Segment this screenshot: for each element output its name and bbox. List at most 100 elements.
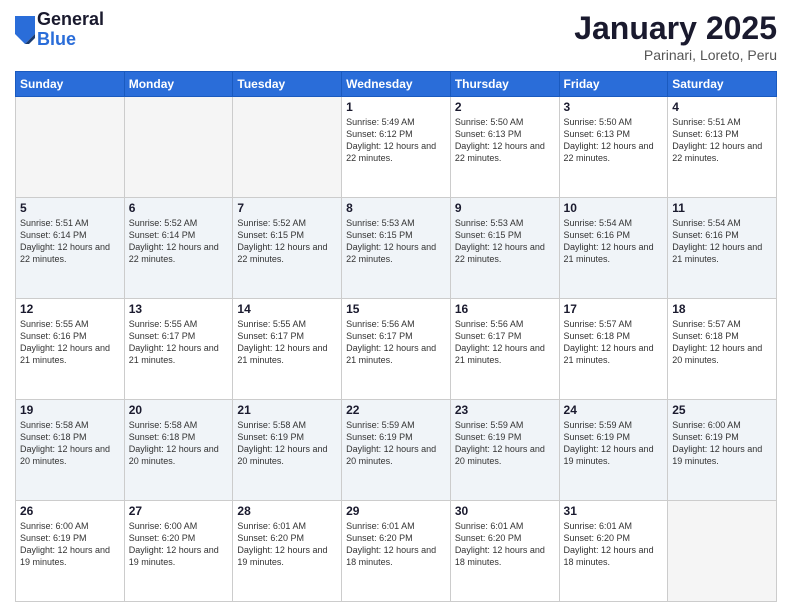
- day-info: Sunrise: 5:57 AM Sunset: 6:18 PM Dayligh…: [672, 318, 772, 367]
- table-cell: 31 Sunrise: 6:01 AM Sunset: 6:20 PM Dayli…: [559, 501, 668, 602]
- day-info: Sunrise: 6:01 AM Sunset: 6:20 PM Dayligh…: [346, 520, 446, 569]
- table-cell: [124, 97, 233, 198]
- week-row-5: 26 Sunrise: 6:00 AM Sunset: 6:19 PM Dayli…: [16, 501, 777, 602]
- table-cell: [16, 97, 125, 198]
- header-saturday: Saturday: [668, 72, 777, 97]
- day-number: 3: [564, 100, 664, 114]
- week-row-2: 5Sunrise: 5:51 AM Sunset: 6:14 PM Daylig…: [16, 198, 777, 299]
- day-number: 11: [672, 201, 772, 215]
- day-number: 8: [346, 201, 446, 215]
- calendar-table: Sunday Monday Tuesday Wednesday Thursday…: [15, 71, 777, 602]
- day-number: 10: [564, 201, 664, 215]
- calendar-page: General Blue January 2025 Parinari, Lore…: [0, 0, 792, 612]
- header-monday: Monday: [124, 72, 233, 97]
- table-cell: 5Sunrise: 5:51 AM Sunset: 6:14 PM Daylig…: [16, 198, 125, 299]
- day-info: Sunrise: 5:55 AM Sunset: 6:17 PM Dayligh…: [237, 318, 337, 367]
- table-cell: 27 Sunrise: 6:00 AM Sunset: 6:20 PM Dayli…: [124, 501, 233, 602]
- day-info: Sunrise: 5:52 AM Sunset: 6:15 PM Dayligh…: [237, 217, 337, 266]
- logo-icon: [15, 16, 35, 44]
- day-info: Sunrise: 5:54 AM Sunset: 6:16 PM Dayligh…: [672, 217, 772, 266]
- day-number: 13: [129, 302, 229, 316]
- table-cell: 21 Sunrise: 5:58 AM Sunset: 6:19 PM Dayli…: [233, 400, 342, 501]
- day-info: Sunrise: 5:52 AM Sunset: 6:14 PM Dayligh…: [129, 217, 229, 266]
- day-number: 18: [672, 302, 772, 316]
- day-info: Sunrise: 5:59 AM Sunset: 6:19 PM Dayligh…: [346, 419, 446, 468]
- logo-blue: Blue: [37, 30, 104, 50]
- day-number: 21: [237, 403, 337, 417]
- day-number: 14: [237, 302, 337, 316]
- calendar-title: January 2025: [574, 10, 777, 47]
- logo-text: General Blue: [37, 10, 104, 50]
- table-cell: 2 Sunrise: 5:50 AM Sunset: 6:13 PM Daylig…: [450, 97, 559, 198]
- day-info: Sunrise: 5:53 AM Sunset: 6:15 PM Dayligh…: [455, 217, 555, 266]
- table-cell: 24 Sunrise: 5:59 AM Sunset: 6:19 PM Dayli…: [559, 400, 668, 501]
- day-number: 2: [455, 100, 555, 114]
- calendar-subtitle: Parinari, Loreto, Peru: [574, 47, 777, 63]
- day-info: Sunrise: 5:49 AM Sunset: 6:12 PM Dayligh…: [346, 116, 446, 165]
- table-cell: 14 Sunrise: 5:55 AM Sunset: 6:17 PM Dayli…: [233, 299, 342, 400]
- header-thursday: Thursday: [450, 72, 559, 97]
- day-info: Sunrise: 5:50 AM Sunset: 6:13 PM Dayligh…: [455, 116, 555, 165]
- day-info: Sunrise: 5:56 AM Sunset: 6:17 PM Dayligh…: [455, 318, 555, 367]
- table-cell: 11 Sunrise: 5:54 AM Sunset: 6:16 PM Dayli…: [668, 198, 777, 299]
- day-info: Sunrise: 6:00 AM Sunset: 6:20 PM Dayligh…: [129, 520, 229, 569]
- day-number: 26: [20, 504, 120, 518]
- day-number: 7: [237, 201, 337, 215]
- table-cell: 16Sunrise: 5:56 AM Sunset: 6:17 PM Dayli…: [450, 299, 559, 400]
- table-cell: 8 Sunrise: 5:53 AM Sunset: 6:15 PM Daylig…: [342, 198, 451, 299]
- header-tuesday: Tuesday: [233, 72, 342, 97]
- day-info: Sunrise: 5:53 AM Sunset: 6:15 PM Dayligh…: [346, 217, 446, 266]
- table-cell: 30 Sunrise: 6:01 AM Sunset: 6:20 PM Dayli…: [450, 501, 559, 602]
- day-info: Sunrise: 5:51 AM Sunset: 6:14 PM Dayligh…: [20, 217, 120, 266]
- day-number: 17: [564, 302, 664, 316]
- table-cell: 12Sunrise: 5:55 AM Sunset: 6:16 PM Dayli…: [16, 299, 125, 400]
- day-number: 20: [129, 403, 229, 417]
- day-number: 31: [564, 504, 664, 518]
- table-cell: 10 Sunrise: 5:54 AM Sunset: 6:16 PM Dayli…: [559, 198, 668, 299]
- day-info: Sunrise: 5:59 AM Sunset: 6:19 PM Dayligh…: [564, 419, 664, 468]
- day-number: 4: [672, 100, 772, 114]
- table-cell: [233, 97, 342, 198]
- logo: General Blue: [15, 10, 104, 50]
- day-number: 24: [564, 403, 664, 417]
- table-cell: 13Sunrise: 5:55 AM Sunset: 6:17 PM Dayli…: [124, 299, 233, 400]
- day-number: 1: [346, 100, 446, 114]
- table-cell: 26 Sunrise: 6:00 AM Sunset: 6:19 PM Dayli…: [16, 501, 125, 602]
- day-info: Sunrise: 5:54 AM Sunset: 6:16 PM Dayligh…: [564, 217, 664, 266]
- week-row-1: 1 Sunrise: 5:49 AM Sunset: 6:12 PM Daylig…: [16, 97, 777, 198]
- day-number: 19: [20, 403, 120, 417]
- table-cell: 22 Sunrise: 5:59 AM Sunset: 6:19 PM Dayli…: [342, 400, 451, 501]
- table-cell: 4 Sunrise: 5:51 AM Sunset: 6:13 PM Daylig…: [668, 97, 777, 198]
- day-number: 22: [346, 403, 446, 417]
- table-cell: 29Sunrise: 6:01 AM Sunset: 6:20 PM Dayli…: [342, 501, 451, 602]
- table-cell: 19Sunrise: 5:58 AM Sunset: 6:18 PM Dayli…: [16, 400, 125, 501]
- day-number: 30: [455, 504, 555, 518]
- header-friday: Friday: [559, 72, 668, 97]
- table-cell: 28Sunrise: 6:01 AM Sunset: 6:20 PM Dayli…: [233, 501, 342, 602]
- day-info: Sunrise: 5:58 AM Sunset: 6:18 PM Dayligh…: [129, 419, 229, 468]
- day-info: Sunrise: 5:56 AM Sunset: 6:17 PM Dayligh…: [346, 318, 446, 367]
- logo-general: General: [37, 10, 104, 30]
- day-number: 6: [129, 201, 229, 215]
- weekday-header-row: Sunday Monday Tuesday Wednesday Thursday…: [16, 72, 777, 97]
- header-wednesday: Wednesday: [342, 72, 451, 97]
- header: General Blue January 2025 Parinari, Lore…: [15, 10, 777, 63]
- day-number: 25: [672, 403, 772, 417]
- day-info: Sunrise: 5:57 AM Sunset: 6:18 PM Dayligh…: [564, 318, 664, 367]
- day-number: 28: [237, 504, 337, 518]
- day-info: Sunrise: 6:01 AM Sunset: 6:20 PM Dayligh…: [455, 520, 555, 569]
- day-info: Sunrise: 6:00 AM Sunset: 6:19 PM Dayligh…: [20, 520, 120, 569]
- table-cell: 18 Sunrise: 5:57 AM Sunset: 6:18 PM Dayli…: [668, 299, 777, 400]
- table-cell: 6 Sunrise: 5:52 AM Sunset: 6:14 PM Daylig…: [124, 198, 233, 299]
- day-info: Sunrise: 6:01 AM Sunset: 6:20 PM Dayligh…: [564, 520, 664, 569]
- table-cell: 7 Sunrise: 5:52 AM Sunset: 6:15 PM Daylig…: [233, 198, 342, 299]
- day-info: Sunrise: 5:50 AM Sunset: 6:13 PM Dayligh…: [564, 116, 664, 165]
- header-sunday: Sunday: [16, 72, 125, 97]
- day-number: 27: [129, 504, 229, 518]
- table-cell: 1 Sunrise: 5:49 AM Sunset: 6:12 PM Daylig…: [342, 97, 451, 198]
- table-cell: [668, 501, 777, 602]
- week-row-4: 19 Sunrise: 5:58 AM Sunset: 6:18 PM Dayli…: [16, 400, 777, 501]
- day-info: Sunrise: 5:51 AM Sunset: 6:13 PM Dayligh…: [672, 116, 772, 165]
- day-info: Sunrise: 5:58 AM Sunset: 6:19 PM Dayligh…: [237, 419, 337, 468]
- title-area: January 2025 Parinari, Loreto, Peru: [574, 10, 777, 63]
